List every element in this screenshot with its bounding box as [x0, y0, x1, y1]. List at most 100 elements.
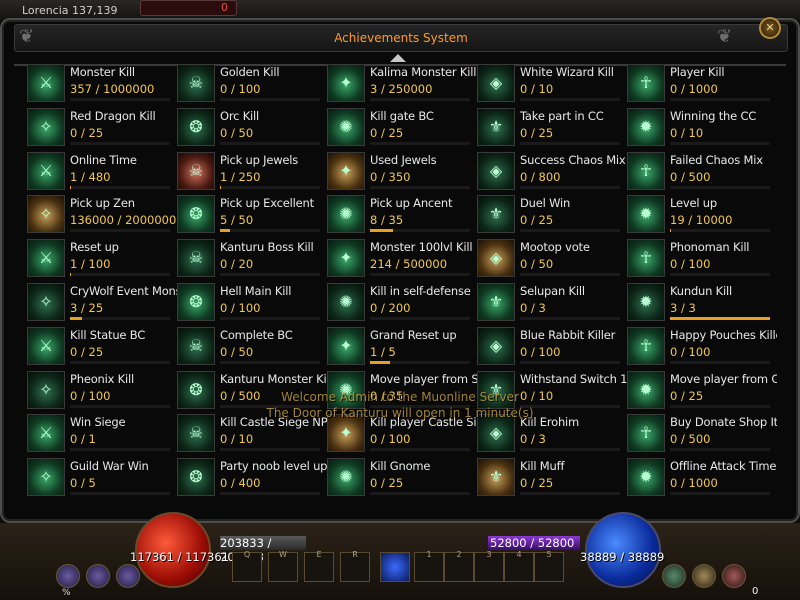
achievement-progress-bar [670, 316, 770, 320]
achievement-item[interactable]: ☠ Complete BC 0 / 50 [177, 325, 327, 369]
hotkey-label: E [316, 550, 322, 559]
skill-slot-label: 4 [516, 550, 522, 559]
achievement-item[interactable]: ⚔ Monster Kill 357 / 1000000 [27, 62, 177, 106]
achievement-progress-bar [370, 229, 470, 233]
achievement-item[interactable]: ☥ Buy Donate Shop Item 0 / 500 [627, 412, 777, 456]
achievement-progress: 1 / 5 [370, 344, 396, 359]
active-skill-slot[interactable] [380, 552, 410, 582]
achievement-progress-bar [70, 141, 170, 145]
achievement-item[interactable]: ❂ Orc Kill 0 / 50 [177, 106, 327, 150]
achievement-item[interactable]: ✧ Guild War Win 0 / 5 [27, 456, 177, 500]
reaper-icon: ☠ [177, 414, 215, 453]
menu-button-5[interactable] [692, 564, 716, 588]
achievement-item[interactable]: ✺ Kill in self-defense 0 / 200 [327, 281, 477, 325]
achievement-item[interactable]: ◈ White Wizard Kill 0 / 10 [477, 62, 627, 106]
icon-glyph: ☥ [640, 248, 652, 268]
skill-slot-5[interactable]: 5 [534, 550, 564, 582]
achievement-progress-bar [370, 273, 470, 277]
hotkey-slot-e[interactable]: E [304, 550, 334, 582]
achievement-name: Move player from Crown [670, 371, 777, 386]
statue-icon: ⚔ [27, 326, 65, 365]
hotkey-slot-r[interactable]: R [340, 550, 370, 582]
achievement-item[interactable]: ◈ Mootop vote 0 / 50 [477, 237, 627, 281]
icon-glyph: ⚔ [38, 160, 54, 180]
achievement-name: Hell Main Kill [220, 283, 292, 298]
icon-glyph: ☥ [640, 335, 652, 355]
knot-icon: ⚜ [477, 458, 515, 497]
achievement-item[interactable]: ❂ Pick up Excellent 5 / 50 [177, 193, 327, 237]
icon-glyph: ◈ [489, 423, 503, 443]
achievement-item[interactable]: ✹ Kundun Kill 3 / 3 [627, 281, 777, 325]
achievement-progress-bar [670, 404, 770, 408]
achievement-item[interactable]: ◈ Blue Rabbit Killer 0 / 100 [477, 325, 627, 369]
achievement-name: Red Dragon Kill [70, 108, 156, 123]
achievement-item[interactable]: ✦ Monster 100lvl Kill 214 / 500000 [327, 237, 477, 281]
achievement-item[interactable]: ✧ Pheonix Kill 0 / 100 [27, 369, 177, 413]
menu-button-1[interactable] [56, 564, 80, 588]
achievement-item[interactable]: ✹ Offline Attack Time 0 / 1000 [627, 456, 777, 500]
achievement-item[interactable]: ✦ Grand Reset up 1 / 5 [327, 325, 477, 369]
system-notice-kanturu: The Door of Kanturu will open in 1 minut… [266, 406, 534, 420]
hotkey-slot-w[interactable]: W [268, 550, 298, 582]
achievement-item[interactable]: ✦ Kalima Monster Kill 3 / 250000 [327, 62, 477, 106]
achievement-item[interactable]: ✹ Winning the CC 0 / 10 [627, 106, 777, 150]
achievement-item[interactable]: ✧ CryWolf Event Monster 3 / 25 [27, 281, 177, 325]
achievement-progress: 0 / 3 [520, 432, 546, 447]
skill-slot-1[interactable]: 1 [414, 550, 444, 582]
achievement-name: Kanturu Boss Kill [220, 240, 314, 255]
achievement-item[interactable]: ✺ Pick up Ancent 8 / 35 [327, 193, 477, 237]
scales-icon: ☥ [627, 151, 665, 190]
achievement-item[interactable]: ☥ Failed Chaos Mix 0 / 500 [627, 150, 777, 194]
close-button[interactable]: ✕ [759, 17, 781, 39]
achievement-progress: 0 / 25 [70, 344, 104, 359]
gnome-icon: ✺ [327, 458, 365, 497]
achievement-item[interactable]: ✺ Kill Gnome 0 / 25 [327, 456, 477, 500]
achievement-item[interactable]: ☥ Player Kill 0 / 1000 [627, 62, 777, 106]
achievement-item[interactable]: ◈ Success Chaos Mix 0 / 800 [477, 150, 627, 194]
achievement-progress: 0 / 100 [220, 300, 261, 315]
achievement-name: Phonoman Kill [670, 240, 750, 255]
skill-slot-4[interactable]: 4 [504, 550, 534, 582]
achievement-item[interactable]: ✹ Level up 19 / 10000 [627, 193, 777, 237]
achievement-item[interactable]: ☥ Happy Pouches Killer 0 / 100 [627, 325, 777, 369]
achievement-item[interactable]: ✺ Kill gate BC 0 / 25 [327, 106, 477, 150]
achievement-item[interactable]: ⚜ Take part in CC 0 / 25 [477, 106, 627, 150]
menu-button-6[interactable] [722, 564, 746, 588]
achievement-item[interactable]: ⚔ Reset up 1 / 100 [27, 237, 177, 281]
wings-icon: ⚜ [477, 282, 515, 321]
achievement-item[interactable]: ⚔ Kill Statue BC 0 / 25 [27, 325, 177, 369]
achievement-progress: 0 / 25 [370, 476, 404, 491]
achievement-item[interactable]: ✧ Red Dragon Kill 0 / 25 [27, 106, 177, 150]
achievement-progress: 0 / 50 [220, 125, 254, 140]
phoenix-icon: ✧ [27, 370, 65, 409]
achievement-item[interactable]: ⚜ Kill Muff 0 / 25 [477, 456, 627, 500]
achievement-item[interactable]: ❂ Party noob level up 0 / 400 [177, 456, 327, 500]
achievement-item[interactable]: ☠ Kanturu Boss Kill 0 / 20 [177, 237, 327, 281]
achievement-item[interactable]: ⚜ Duel Win 0 / 25 [477, 193, 627, 237]
achievement-item[interactable]: ⚔ Win Siege 0 / 1 [27, 412, 177, 456]
menu-button-3[interactable] [116, 564, 140, 588]
achievement-progress: 0 / 50 [520, 257, 554, 272]
icon-glyph: ☠ [188, 335, 204, 355]
skill-slot-3[interactable]: 3 [474, 550, 504, 582]
achievement-item[interactable]: ✹ Move player from Crown 0 / 25 [627, 369, 777, 413]
achievement-item[interactable]: ☥ Phonoman Kill 0 / 100 [627, 237, 777, 281]
icon-glyph: ⚜ [488, 467, 504, 487]
achievement-item[interactable]: ⚜ Selupan Kill 0 / 3 [477, 281, 627, 325]
progress-fill [370, 229, 393, 233]
menu-button-2[interactable] [86, 564, 110, 588]
skill-slot-2[interactable]: 2 [444, 550, 474, 582]
sigil-icon: ✦ [327, 414, 365, 453]
achievement-item[interactable]: ✧ Pick up Zen 136000 / 200000000 [27, 193, 177, 237]
hotkey-slot-q[interactable]: Q [232, 550, 262, 582]
achievement-item[interactable]: ☠ Golden Kill 0 / 100 [177, 62, 327, 106]
achievement-item[interactable]: ✦ Used Jewels 0 / 350 [327, 150, 477, 194]
achievement-item[interactable]: ☠ Pick up Jewels 1 / 250 [177, 150, 327, 194]
progress-fill [670, 316, 770, 320]
achievement-progress-bar [670, 229, 770, 233]
scroll-up-arrow-icon[interactable] [390, 54, 406, 62]
achievement-item[interactable]: ❂ Hell Main Kill 0 / 100 [177, 281, 327, 325]
achievement-item[interactable]: ⚔ Online Time 1 / 480 [27, 150, 177, 194]
icon-glyph: ☠ [188, 160, 204, 180]
menu-button-4[interactable] [662, 564, 686, 588]
